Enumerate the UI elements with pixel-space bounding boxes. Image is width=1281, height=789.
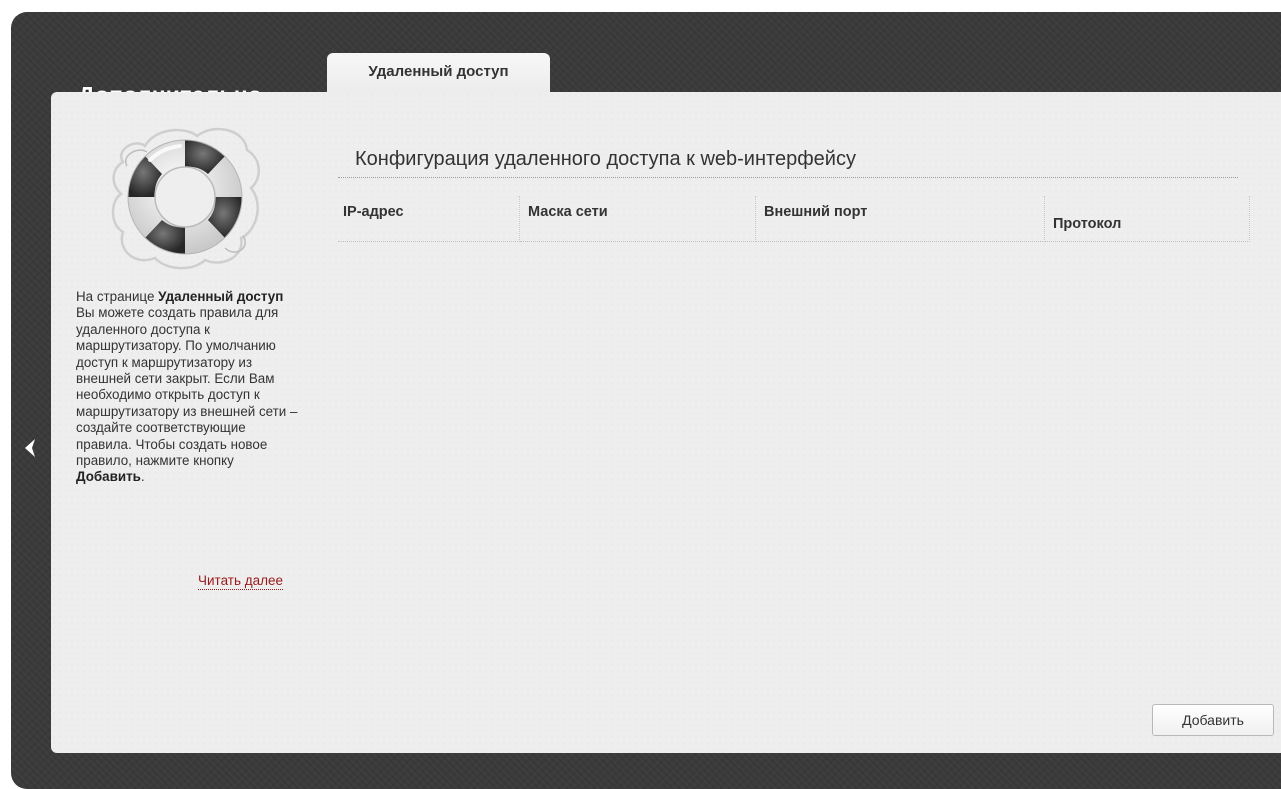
help-text-part: . [140,469,145,485]
help-text-bold: Удаленный доступ [158,289,284,304]
read-more-link[interactable]: Читать далее [198,572,284,590]
help-text-bold: Добавить [76,469,141,485]
help-text-part: На странице [76,289,159,304]
column-header-ip: IP-адрес [338,196,520,242]
lifebuoy-icon [105,120,265,270]
column-header-port: Внешний порт [756,196,1045,242]
column-header-label: Протокол [1053,216,1122,232]
tab-remote-access[interactable]: Удаленный доступ [327,53,550,93]
chevron-left-icon[interactable] [22,437,42,461]
column-header-mask: Маска сети [520,196,756,242]
add-button[interactable]: Добавить [1152,704,1274,736]
title-divider [338,177,1238,178]
rules-table-header: IP-адрес Маска сети Внешний порт Протоко… [338,196,1250,242]
column-header-label: IP-адрес [343,204,404,220]
help-text: На странице Удаленный доступ Вы можете с… [76,289,304,486]
column-header-protocol: Протокол [1045,196,1250,242]
page-title: Конфигурация удаленного доступа к web-ин… [355,148,856,170]
column-header-label: Маска сети [528,204,608,220]
help-text-part: Вы можете создать правила для удаленного… [76,305,298,469]
column-header-label: Внешний порт [764,204,868,220]
